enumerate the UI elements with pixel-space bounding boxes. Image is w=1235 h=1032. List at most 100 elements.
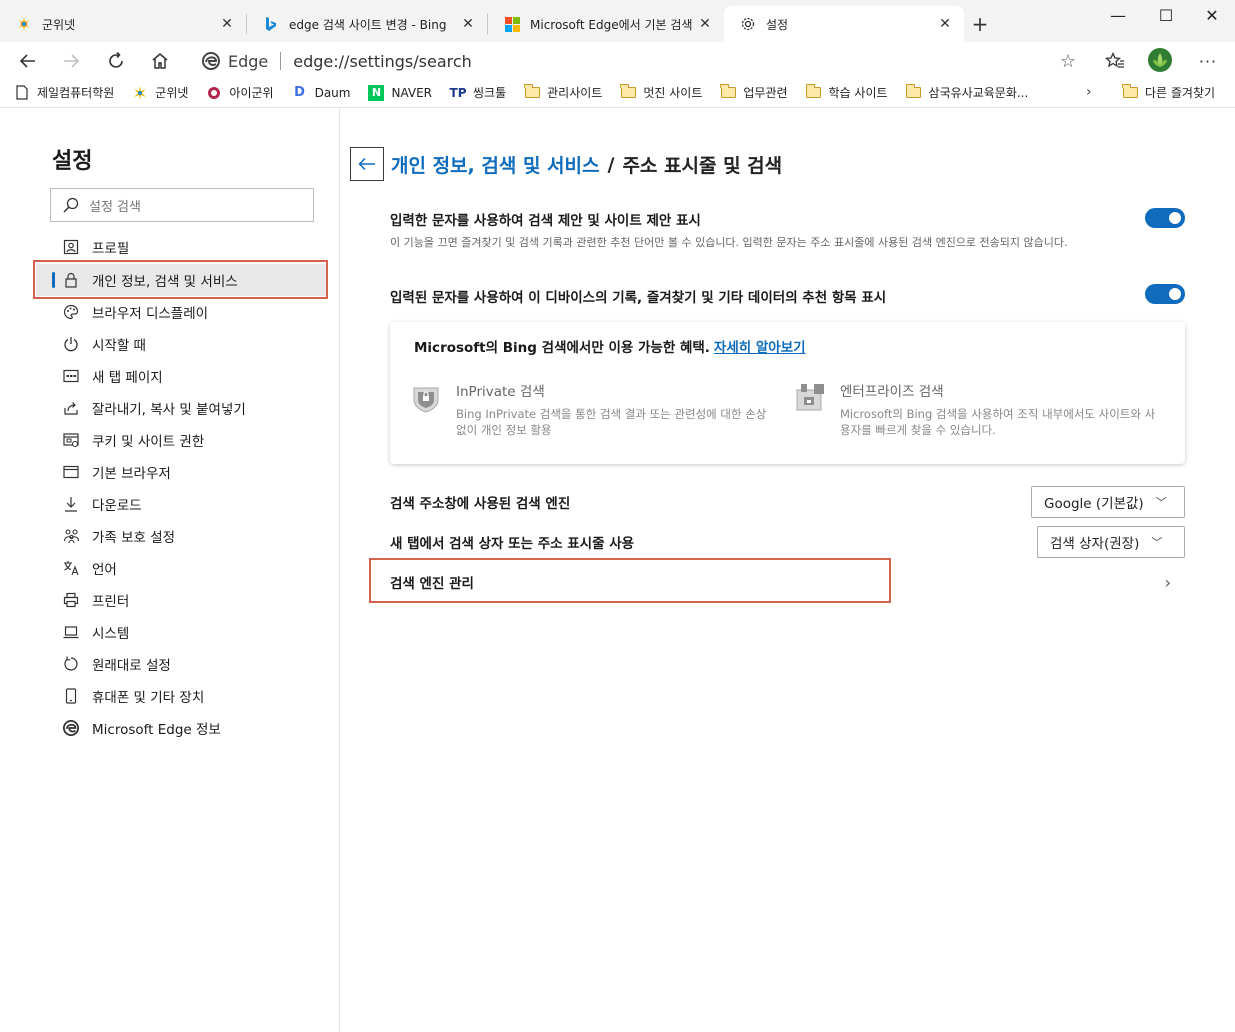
search-engine-dropdown[interactable]: Google (기본값) ﹀: [1031, 486, 1185, 518]
more-menu-button[interactable]: ···: [1195, 48, 1221, 74]
folder-icon: [805, 84, 822, 101]
history-suggestions-toggle[interactable]: [1145, 284, 1185, 304]
close-icon[interactable]: ✕: [218, 16, 236, 32]
search-placeholder: 설정 검색: [89, 199, 141, 215]
close-icon[interactable]: ✕: [459, 16, 477, 32]
favorite-label: 학습 사이트: [828, 86, 888, 100]
sidebar-item-appearance[interactable]: 브라우저 디스플레이: [36, 296, 328, 328]
favorite-item[interactable]: 제일컴퓨터학원: [14, 84, 114, 101]
sidebar-item-default-browser[interactable]: 기본 브라우저: [36, 456, 328, 488]
favorite-label: NAVER: [391, 85, 433, 100]
sidebar-item-languages[interactable]: 언어: [36, 552, 328, 584]
sidebar-item-phone[interactable]: 휴대폰 및 기타 장치: [36, 680, 328, 712]
other-favorites[interactable]: 다른 즐겨찾기: [1122, 84, 1215, 101]
igunwi-logo-icon: [206, 85, 222, 101]
tab-bing[interactable]: edge 검색 사이트 변경 - Bing ✕: [247, 6, 487, 42]
maximize-button[interactable]: ☐: [1146, 4, 1186, 28]
laptop-icon: [62, 623, 80, 641]
sidebar-item-printers[interactable]: 프린터: [36, 584, 328, 616]
power-icon: [62, 335, 80, 353]
sidebar-item-label: Microsoft Edge 정보: [92, 722, 221, 738]
new-tab-search-value: 검색 상자(권장): [1050, 536, 1140, 552]
benefit-description: Microsoft의 Bing 검색을 사용하여 조직 내부에서도 사이트와 사…: [840, 407, 1156, 437]
sidebar-item-family[interactable]: 가족 보호 설정: [36, 520, 328, 552]
new-tab-search-dropdown[interactable]: 검색 상자(권장) ﹀: [1037, 526, 1185, 558]
favorite-item[interactable]: 아이군위: [206, 84, 274, 101]
bing-logo-icon: [263, 16, 279, 32]
sidebar-item-label: 원래대로 설정: [92, 658, 171, 674]
other-favorites-label: 다른 즐겨찾기: [1145, 86, 1216, 100]
sidebar-item-site-permissions[interactable]: 쿠키 및 사이트 권한: [36, 424, 328, 456]
breadcrumb-parent-link[interactable]: 개인 정보, 검색 및 서비스: [391, 151, 599, 178]
sidebar-item-downloads[interactable]: 다운로드: [36, 488, 328, 520]
refresh-button[interactable]: [103, 48, 129, 74]
sidebar-item-system[interactable]: 시스템: [36, 616, 328, 648]
gear-icon: [740, 16, 756, 32]
tab-settings[interactable]: 설정 ✕: [724, 6, 964, 42]
favorite-item[interactable]: 군위넷: [132, 84, 188, 101]
highlight-box: [369, 558, 891, 603]
back-button[interactable]: [15, 48, 41, 74]
tab-gunwi[interactable]: 군위넷 ✕: [0, 6, 246, 42]
close-icon[interactable]: ✕: [936, 16, 954, 32]
tab-strip: 군위넷 ✕ edge 검색 사이트 변경 - Bing ✕ Microsoft …: [0, 0, 1235, 42]
setting-description: 이 기능을 끄면 즐겨찾기 및 검색 기록과 관련한 추천 단어만 볼 수 있습…: [390, 236, 1068, 249]
avatar[interactable]: [1148, 48, 1172, 72]
benefit-title: 엔터프라이즈 검색: [840, 384, 944, 400]
favorites-button[interactable]: [1102, 48, 1128, 74]
sidebar-item-startup[interactable]: 시작할 때: [36, 328, 328, 360]
search-engine-label: 검색 주소창에 사용된 검색 엔진: [390, 496, 571, 512]
address-bar[interactable]: Edge edge://settings/search ☆: [190, 46, 1088, 76]
browser-icon: [62, 463, 80, 481]
favorite-folder[interactable]: 학습 사이트: [805, 84, 888, 101]
favorite-folder[interactable]: 업무관련: [720, 84, 788, 101]
favorite-folder[interactable]: 삼국유사교육문화...: [905, 84, 1028, 101]
tab-microsoft[interactable]: Microsoft Edge에서 기본 검색 엔 ✕: [488, 6, 724, 42]
favorite-folder[interactable]: 멋진 사이트: [620, 84, 702, 101]
home-button[interactable]: [147, 48, 173, 74]
sidebar-item-about[interactable]: Microsoft Edge 정보: [36, 712, 328, 744]
download-icon: [62, 495, 80, 513]
sidebar-item-new-tab[interactable]: 새 탭 페이지: [36, 360, 328, 392]
sidebar-item-label: 가족 보호 설정: [92, 530, 176, 546]
sidebar-item-reset[interactable]: 원래대로 설정: [36, 648, 328, 680]
search-engine-value: Google (기본값): [1044, 496, 1144, 512]
favorite-folder[interactable]: 관리사이트: [524, 84, 602, 101]
chevron-right-icon[interactable]: ›: [1086, 84, 1092, 100]
close-icon[interactable]: ✕: [696, 16, 714, 32]
sidebar-item-label: 브라우저 디스플레이: [92, 306, 209, 322]
close-window-button[interactable]: ✕: [1192, 4, 1232, 28]
new-tab-search-label: 새 탭에서 검색 상자 또는 주소 표시줄 사용: [390, 536, 635, 552]
new-tab-button[interactable]: +: [968, 12, 992, 36]
folder-icon: [905, 84, 922, 101]
learn-more-link[interactable]: 자세히 알아보기: [714, 340, 806, 356]
sidebar-item-profile[interactable]: 프로필: [36, 231, 328, 263]
favorite-item[interactable]: D Daum: [292, 85, 350, 101]
sidebar-item-label: 시스템: [92, 626, 130, 642]
edge-logo-icon: [62, 719, 80, 737]
minimize-button[interactable]: —: [1098, 4, 1138, 28]
settings-search-input[interactable]: 설정 검색: [50, 188, 314, 222]
reset-icon: [62, 655, 80, 673]
favorite-item[interactable]: TP 씽크툴: [450, 84, 507, 101]
page-icon: [14, 85, 30, 101]
search-suggestions-toggle[interactable]: [1145, 208, 1185, 228]
microsoft-logo-icon: [504, 16, 520, 32]
favorite-item[interactable]: N NAVER: [368, 84, 433, 101]
benefit-description: Bing InPrivate 검색을 통한 검색 결과 또는 관련성에 대한 손…: [456, 407, 767, 437]
bing-card-heading: Microsoft의 Bing 검색에서만 이용 가능한 혜택. 자세히 알아보기: [414, 336, 806, 356]
breadcrumb: 개인 정보, 검색 및 서비스 / 주소 표시줄 및 검색: [391, 151, 782, 178]
star-icon[interactable]: ☆: [1060, 51, 1076, 72]
sidebar-item-label: 시작할 때: [92, 338, 146, 354]
sidebar-item-share-copy-paste[interactable]: 잘라내기, 복사 및 붙여넣기: [36, 392, 328, 424]
profile-icon: [62, 238, 80, 256]
phone-icon: [62, 687, 80, 705]
ellipsis-icon: ···: [1198, 51, 1218, 71]
home-icon: [152, 53, 168, 69]
url-text[interactable]: edge://settings/search: [293, 52, 1060, 71]
back-to-privacy-button[interactable]: [350, 147, 384, 181]
arrow-right-icon: [64, 54, 80, 68]
forward-button[interactable]: [58, 48, 84, 74]
naver-logo-icon: N: [368, 84, 385, 101]
chevron-down-icon: ﹀: [1151, 536, 1163, 549]
